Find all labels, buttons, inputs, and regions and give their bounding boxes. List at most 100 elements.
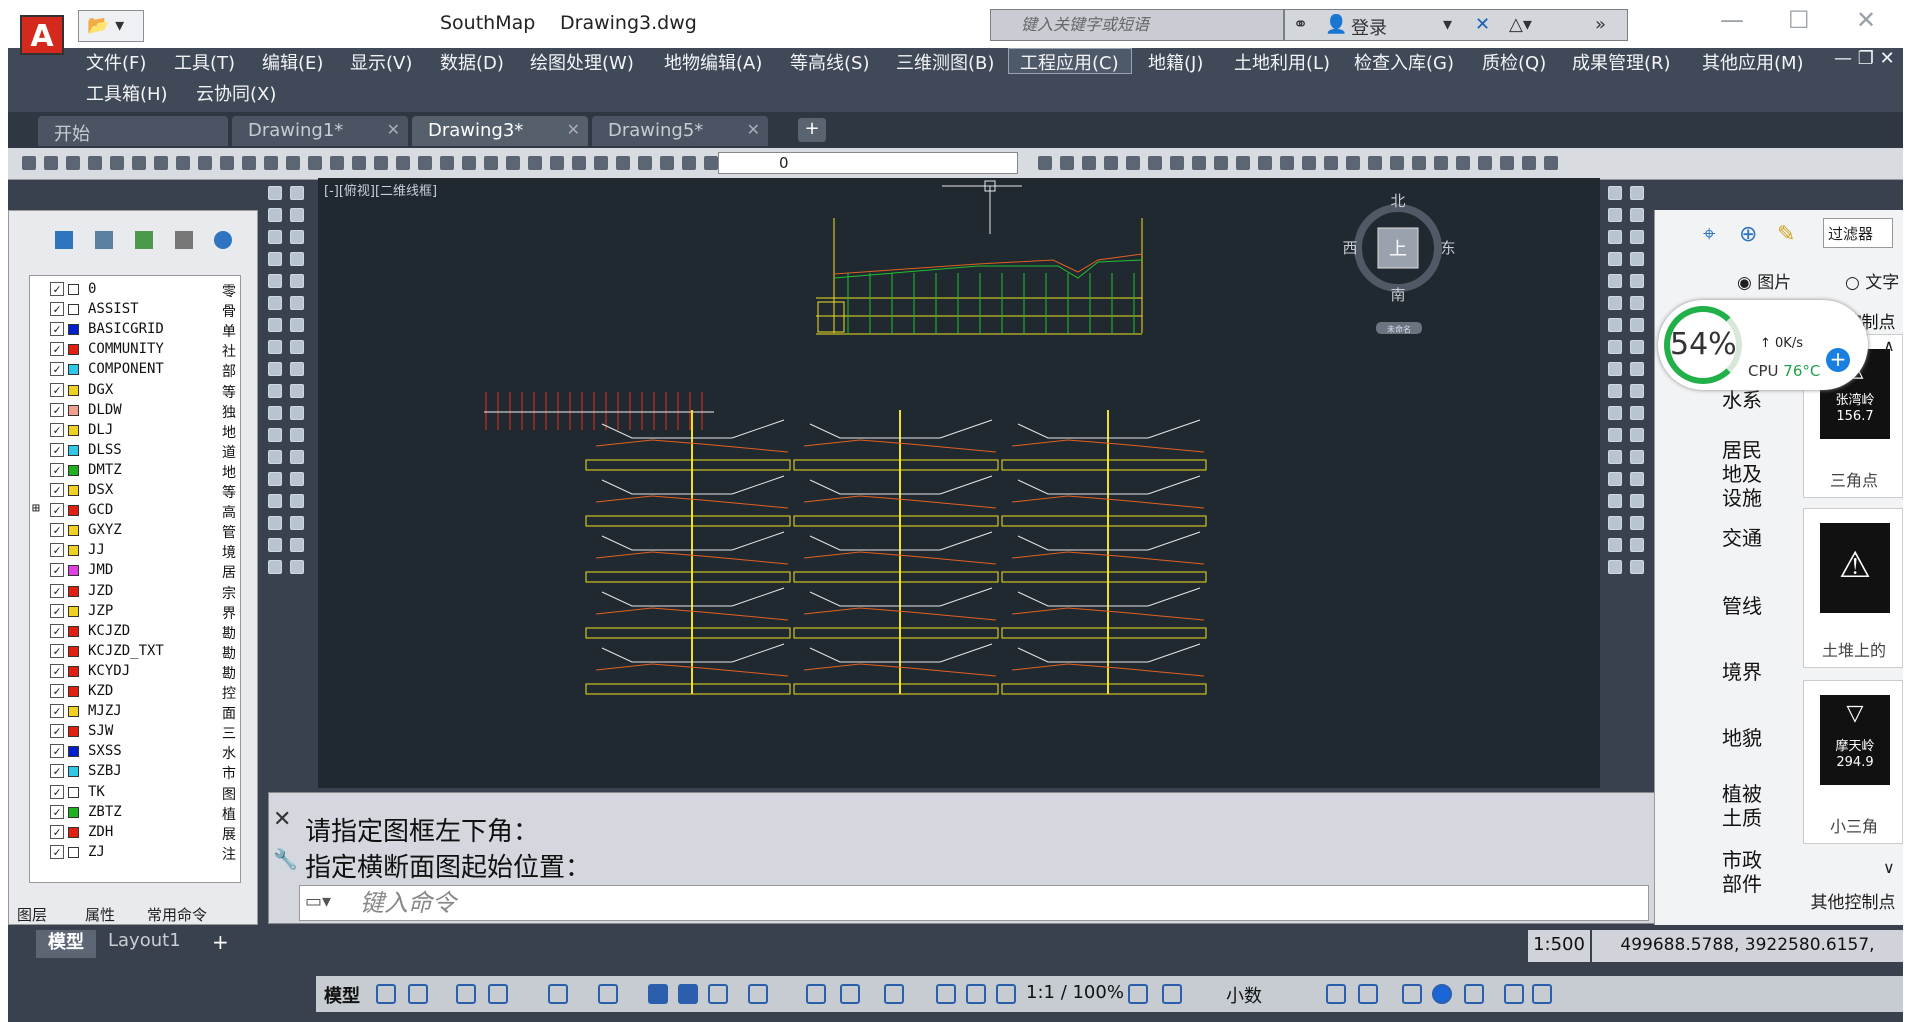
- layer-color-swatch[interactable]: [68, 726, 79, 738]
- category-traffic[interactable]: 交通: [1715, 526, 1769, 550]
- user-icon[interactable]: 👤: [1325, 14, 1347, 35]
- tool-icon[interactable]: [268, 516, 282, 530]
- tool-icon[interactable]: [290, 472, 304, 486]
- layer-checkbox[interactable]: ✓: [50, 523, 64, 538]
- layer-color-swatch[interactable]: [68, 525, 79, 537]
- tool-icon[interactable]: [1630, 538, 1644, 552]
- tool-icon[interactable]: [1630, 450, 1644, 464]
- tool-icon[interactable]: [1608, 208, 1622, 222]
- toolbar-tool-icon[interactable]: [220, 156, 234, 170]
- layer-color-swatch[interactable]: [68, 686, 79, 697]
- tool-icon[interactable]: [290, 516, 304, 530]
- tool-icon[interactable]: [268, 340, 282, 354]
- menu-results[interactable]: 成果管理(R): [1572, 49, 1671, 75]
- tool-icon[interactable]: [1608, 472, 1622, 486]
- layer-row[interactable]: ✓ KCJZD_TXT 勘: [30, 642, 240, 662]
- toolbar-tool-icon[interactable]: [374, 156, 388, 170]
- annotation-visibility-icon[interactable]: [936, 984, 956, 1004]
- clean-screen-icon[interactable]: [1464, 984, 1484, 1004]
- toolbar-tool-icon[interactable]: [1324, 156, 1338, 170]
- layer-row[interactable]: ✓ KCYDJ 勘: [30, 662, 240, 682]
- layer-row[interactable]: ✓ BASICGRID 单: [30, 320, 240, 340]
- layer-checkbox[interactable]: ✓: [50, 503, 64, 518]
- layer-row[interactable]: ✓ ZDH 展: [30, 823, 240, 843]
- layer-color-swatch[interactable]: [68, 625, 79, 637]
- layer-checkbox[interactable]: ✓: [50, 483, 64, 497]
- tool-icon[interactable]: [1630, 296, 1644, 310]
- layer-row[interactable]: ✓ KCJZD 勘: [30, 622, 240, 642]
- menu-cloud[interactable]: 云协同(X): [196, 80, 276, 106]
- layer-color-swatch[interactable]: [68, 585, 79, 597]
- tool-icon[interactable]: [290, 318, 304, 332]
- more-icon[interactable]: »: [1595, 14, 1606, 35]
- toolbar-tool-icon[interactable]: [1412, 156, 1426, 170]
- toolbar-tool-icon[interactable]: [704, 156, 718, 170]
- tool-icon[interactable]: [1608, 296, 1622, 310]
- toolbar-tool-icon[interactable]: [1544, 156, 1558, 170]
- tool-icon[interactable]: [268, 208, 282, 222]
- toolbar-tool-icon[interactable]: [198, 156, 212, 170]
- viewcube-compass[interactable]: 上 北 南 西 东 未命名: [1342, 192, 1456, 334]
- toolbar-tool-icon[interactable]: [110, 156, 124, 170]
- toolbar-tool-icon[interactable]: [22, 156, 36, 170]
- menu-land-use[interactable]: 土地利用(L): [1234, 49, 1330, 75]
- filter-input[interactable]: 过滤器: [1823, 218, 1893, 248]
- menu-qc[interactable]: 质检(Q): [1482, 49, 1546, 75]
- tool-icon[interactable]: [1630, 186, 1644, 200]
- model-space-toggle[interactable]: 模型: [324, 982, 360, 1008]
- close-icon[interactable]: ✕: [747, 120, 760, 139]
- layer-checkbox[interactable]: ✓: [50, 744, 64, 759]
- toolbar-tool-icon[interactable]: [1302, 156, 1316, 170]
- layer-color-swatch[interactable]: [68, 384, 79, 396]
- layer-checkbox[interactable]: ✓: [50, 402, 64, 417]
- tool-icon[interactable]: [1630, 362, 1644, 376]
- layer-color-swatch[interactable]: [68, 645, 79, 657]
- menu-feature-edit[interactable]: 地物编辑(A): [664, 49, 762, 75]
- layer-checkbox[interactable]: ✓: [50, 764, 64, 779]
- tool-icon[interactable]: [290, 362, 304, 376]
- layer-row[interactable]: ✓ JJ 境: [30, 541, 240, 561]
- layer-row[interactable]: ✓ DLDW 独: [30, 401, 240, 421]
- tool-icon[interactable]: [290, 494, 304, 508]
- tool-icon[interactable]: [1630, 318, 1644, 332]
- menu-drawing[interactable]: 绘图处理(W): [530, 49, 634, 75]
- toolbar-tool-icon[interactable]: [1434, 156, 1448, 170]
- menu-data[interactable]: 数据(D): [440, 49, 504, 75]
- tool-icon[interactable]: [290, 450, 304, 464]
- gizmo-icon[interactable]: [884, 984, 904, 1004]
- layer-checkbox[interactable]: ✓: [50, 663, 64, 678]
- layer-row[interactable]: ✓ COMMUNITY 社: [30, 340, 240, 360]
- locate-icon[interactable]: ⌖: [1703, 222, 1715, 247]
- dropdown-icon[interactable]: ▾: [1443, 14, 1452, 35]
- toolbar-tool-icon[interactable]: [1192, 156, 1206, 170]
- layer-row[interactable]: ✓ JZD 宗: [30, 582, 240, 602]
- layer-color-swatch[interactable]: [68, 464, 79, 476]
- menu-edit[interactable]: 编辑(E): [262, 49, 323, 75]
- filter-icon[interactable]: ✎: [1777, 222, 1795, 247]
- layer-checkbox[interactable]: ✓: [50, 362, 64, 377]
- layer-checkbox[interactable]: ✓: [50, 302, 64, 317]
- layer-color-swatch[interactable]: [68, 706, 79, 718]
- layer-checkbox[interactable]: ✓: [50, 704, 64, 719]
- tool-icon[interactable]: [268, 318, 282, 332]
- tab-layout1[interactable]: Layout1: [108, 930, 181, 951]
- toolbar-tool-icon[interactable]: [1038, 156, 1052, 170]
- minimize-icon[interactable]: —: [1720, 6, 1744, 34]
- tool-icon[interactable]: [268, 538, 282, 552]
- menu-icon[interactable]: [1532, 984, 1552, 1004]
- tool-icon[interactable]: [1608, 252, 1622, 266]
- toolbar-tool-icon[interactable]: [154, 156, 168, 170]
- layer-color-swatch[interactable]: [68, 806, 79, 818]
- toolbar-tool-icon[interactable]: [1368, 156, 1382, 170]
- toolbar-tool-icon[interactable]: [1236, 156, 1250, 170]
- toolbar-tool-icon[interactable]: [1148, 156, 1162, 170]
- tool-icon[interactable]: [290, 252, 304, 266]
- toolbar-tool-icon[interactable]: [1214, 156, 1228, 170]
- layer-checkbox[interactable]: ✓: [50, 563, 64, 578]
- category-landform[interactable]: 地貌: [1715, 726, 1769, 750]
- tool-icon[interactable]: [1630, 208, 1644, 222]
- toolbar-tool-icon[interactable]: [1082, 156, 1096, 170]
- tool-icon[interactable]: [1630, 516, 1644, 530]
- menu-check[interactable]: 检查入库(G): [1354, 49, 1454, 75]
- category-water[interactable]: 水系: [1715, 388, 1769, 412]
